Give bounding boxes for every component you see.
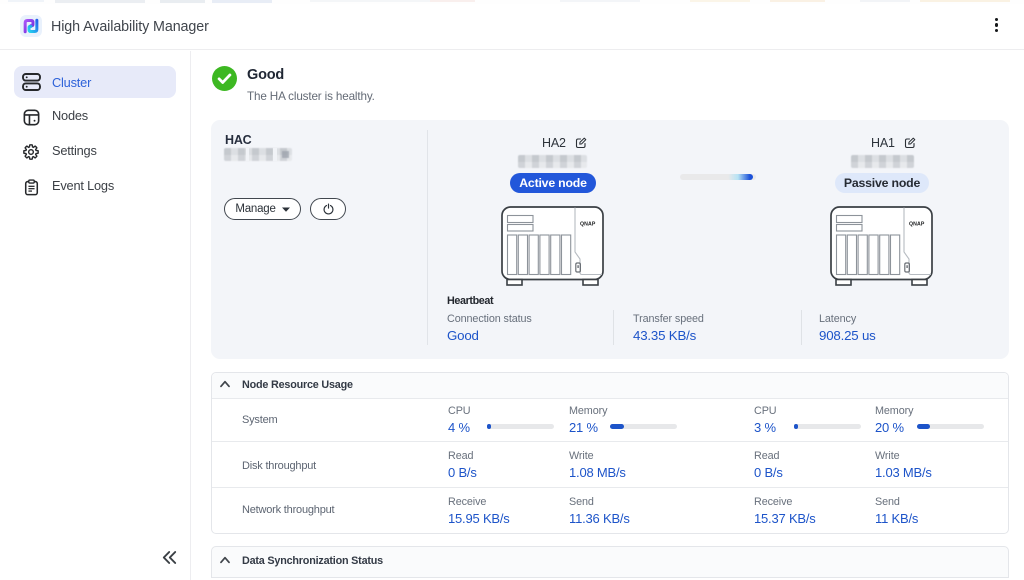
svg-text:QNAP: QNAP <box>580 222 596 228</box>
svg-text:QNAP: QNAP <box>909 222 925 228</box>
